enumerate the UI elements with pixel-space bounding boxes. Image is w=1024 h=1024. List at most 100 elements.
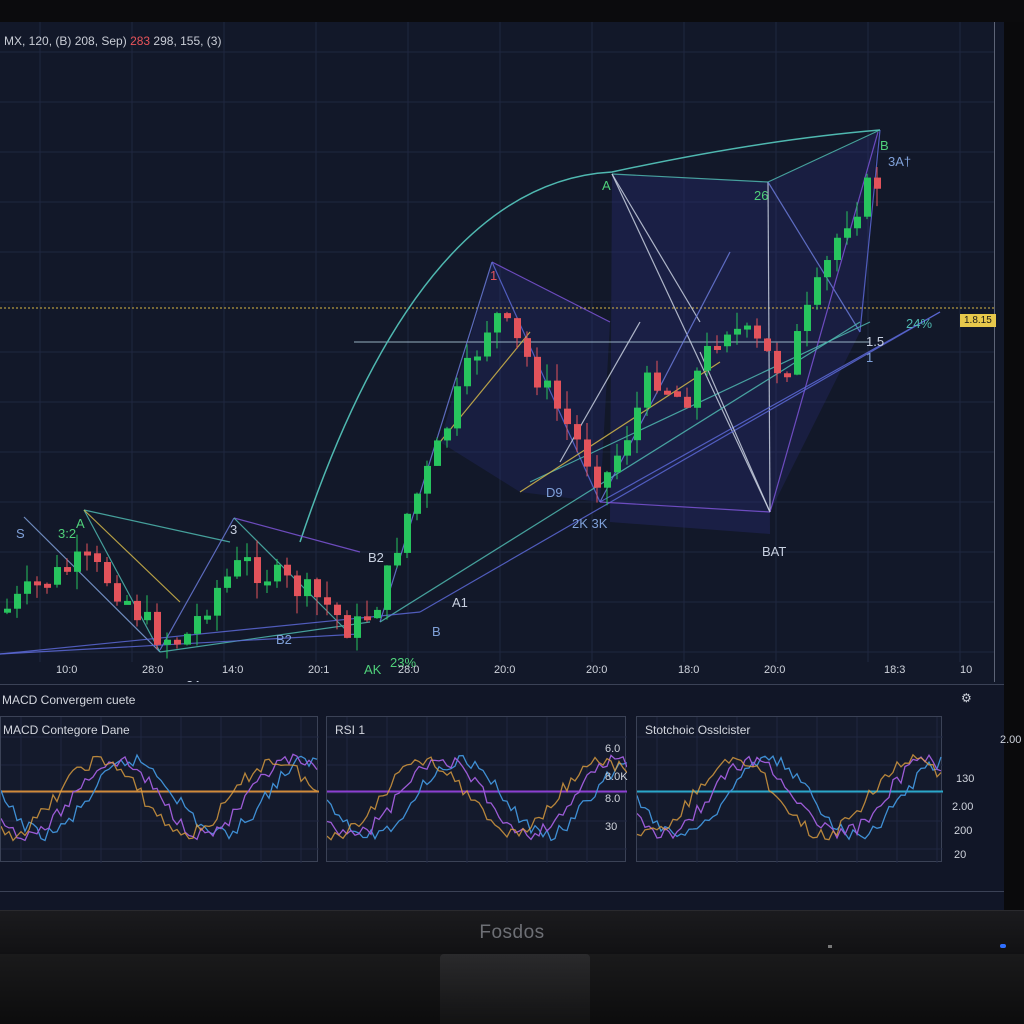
candle[interactable] [214, 587, 221, 616]
candle[interactable] [804, 304, 811, 332]
candle[interactable] [94, 553, 101, 563]
candle[interactable] [384, 565, 391, 610]
ticker-info-a: MX, 120, (B) 208, Sep) [4, 34, 127, 48]
candle[interactable] [4, 608, 11, 613]
candle[interactable] [204, 615, 211, 620]
candle[interactable] [374, 609, 381, 619]
candle[interactable] [664, 390, 671, 395]
candle[interactable] [764, 338, 771, 351]
candle[interactable] [304, 579, 311, 597]
candle[interactable] [674, 391, 681, 397]
candle[interactable] [264, 581, 271, 586]
candle[interactable] [824, 260, 831, 278]
candle[interactable] [484, 332, 491, 357]
candle[interactable] [794, 331, 801, 375]
candle[interactable] [224, 576, 231, 588]
candle[interactable] [44, 583, 51, 588]
candle[interactable] [754, 325, 761, 339]
candle[interactable] [144, 611, 151, 621]
candle[interactable] [314, 579, 321, 598]
candle[interactable] [504, 313, 511, 319]
candle[interactable] [584, 439, 591, 467]
candle[interactable] [624, 440, 631, 456]
candle[interactable] [684, 396, 691, 408]
candle[interactable] [84, 551, 91, 556]
candle[interactable] [354, 616, 361, 638]
candle[interactable] [604, 472, 611, 488]
candle[interactable] [74, 551, 81, 572]
candle[interactable] [564, 408, 571, 425]
candle[interactable] [194, 616, 201, 634]
candle[interactable] [454, 386, 461, 429]
time-axis-label: 14:0 [222, 664, 244, 676]
candle[interactable] [344, 615, 351, 638]
candle[interactable] [644, 372, 651, 408]
candle[interactable] [334, 604, 341, 616]
candle[interactable] [244, 557, 251, 562]
candle[interactable] [654, 372, 661, 391]
stochastic-panel[interactable]: Stotchoic Osslcister [636, 716, 943, 863]
candle[interactable] [444, 428, 451, 441]
candle[interactable] [514, 318, 521, 339]
candle[interactable] [14, 593, 21, 609]
candle[interactable] [534, 356, 541, 388]
candle[interactable] [844, 228, 851, 238]
candle[interactable] [34, 581, 41, 586]
candle[interactable] [774, 350, 781, 374]
macd-panel[interactable]: MACD Contegore Dane [0, 716, 319, 863]
candle[interactable] [114, 583, 121, 602]
candle[interactable] [24, 581, 31, 594]
candle[interactable] [524, 338, 531, 357]
candle[interactable] [704, 345, 711, 371]
candle[interactable] [134, 600, 141, 621]
candle[interactable] [744, 325, 751, 330]
candle[interactable] [874, 177, 881, 189]
candle[interactable] [474, 356, 481, 361]
candle[interactable] [554, 380, 561, 409]
candle[interactable] [234, 560, 241, 577]
pattern-annotation: 2K 3K [572, 516, 608, 531]
candle[interactable] [64, 567, 71, 572]
candle[interactable] [574, 424, 581, 440]
candle[interactable] [294, 575, 301, 597]
candle[interactable] [424, 465, 431, 494]
candle[interactable] [544, 380, 551, 388]
candle[interactable] [494, 313, 501, 333]
monitor-button[interactable] [828, 945, 832, 948]
candle[interactable] [274, 564, 281, 582]
rsi-panel[interactable]: RSI 1 6.0 8.0K 8.0 30 [326, 716, 628, 863]
price-axis[interactable] [994, 22, 1004, 682]
candle[interactable] [734, 328, 741, 335]
candle[interactable] [414, 493, 421, 514]
candle[interactable] [404, 513, 411, 553]
candle[interactable] [854, 216, 861, 229]
candle[interactable] [614, 455, 621, 473]
candle[interactable] [124, 600, 131, 605]
candle[interactable] [364, 616, 371, 621]
candlestick-chart[interactable]: S3:2A32AB2BA1AK23%1B2D92K 3KA26B3A†24%1.… [0, 22, 1004, 693]
candle[interactable] [394, 552, 401, 566]
candle[interactable] [184, 633, 191, 645]
candle[interactable] [594, 466, 601, 488]
candle[interactable] [714, 345, 721, 350]
pattern-annotation: AK [364, 662, 382, 677]
time-axis-label: 20:1 [308, 664, 330, 676]
candle[interactable] [834, 237, 841, 261]
candle[interactable] [694, 370, 701, 408]
candle[interactable] [284, 564, 291, 576]
candle[interactable] [814, 277, 821, 305]
candle[interactable] [104, 562, 111, 584]
candle[interactable] [864, 177, 871, 217]
gear-icon[interactable]: ⚙ [961, 691, 972, 705]
candle[interactable] [174, 639, 181, 645]
candle[interactable] [154, 611, 161, 645]
candle[interactable] [54, 567, 61, 585]
candle[interactable] [324, 597, 331, 605]
candle[interactable] [784, 373, 791, 378]
candle[interactable] [254, 557, 261, 584]
candle[interactable] [434, 440, 441, 466]
candle[interactable] [464, 357, 471, 387]
candle[interactable] [724, 334, 731, 347]
candle[interactable] [634, 407, 641, 441]
candle[interactable] [164, 639, 171, 645]
